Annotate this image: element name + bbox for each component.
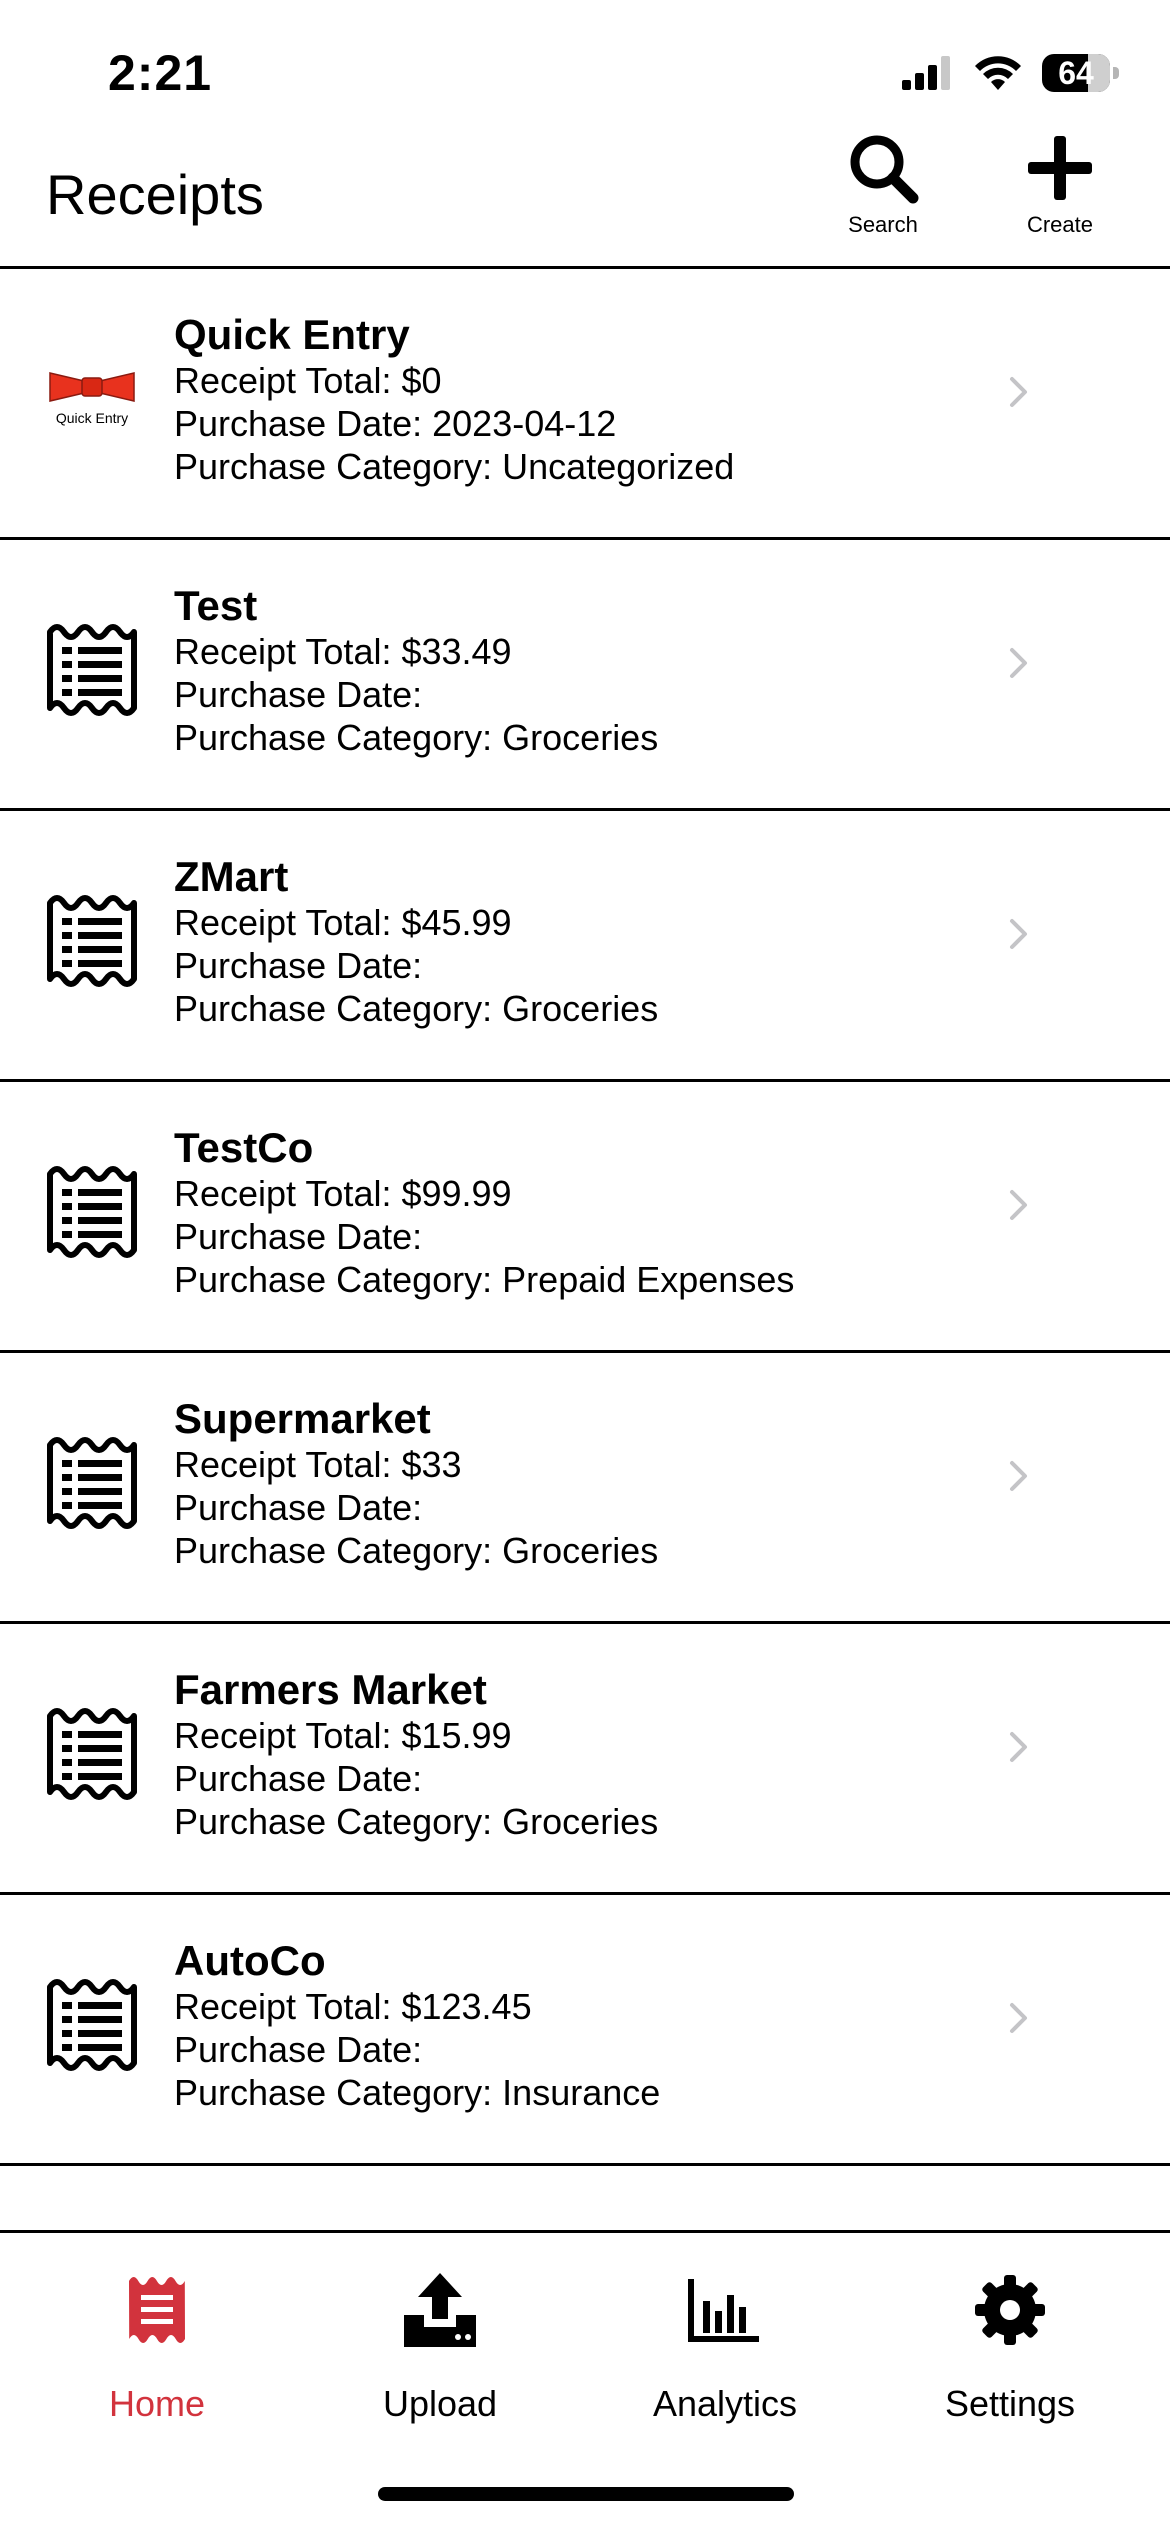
battery-icon: 64: [1042, 54, 1119, 92]
tab-home[interactable]: Home: [27, 2273, 287, 2425]
gear-icon: [975, 2275, 1045, 2345]
tab-settings-label: Settings: [944, 2383, 1076, 2424]
receipt-icon: [47, 1979, 137, 2071]
receipt-total: Receipt Total: $0: [174, 360, 442, 401]
receipt-date: Purchase Date: 2023-04-12: [174, 403, 617, 444]
chevron-right-icon: [1010, 648, 1027, 678]
home-indicator[interactable]: [378, 2487, 794, 2501]
page-title: Receipts: [46, 163, 264, 226]
battery-level: 64: [1058, 54, 1094, 91]
search-icon: [850, 135, 919, 204]
receipt-title: Farmers Market: [174, 1666, 487, 1713]
receipt-total: Receipt Total: $45.99: [174, 902, 512, 943]
create-button[interactable]: Create: [990, 130, 1130, 238]
receipt-row[interactable]: ZMart Receipt Total: $45.99 Purchase Dat…: [0, 811, 1170, 1082]
status-time: 2:21: [108, 45, 213, 101]
receipt-icon: [47, 895, 137, 987]
quick-entry-logo: Quick Entry: [46, 369, 138, 429]
upload-icon: [404, 2273, 476, 2347]
wifi-icon: [975, 56, 1021, 90]
receipt-row[interactable]: Farmers Market Receipt Total: $15.99 Pur…: [0, 1624, 1170, 1895]
receipt-total: Receipt Total: $33.49: [174, 631, 512, 672]
receipt-title: Test: [174, 582, 258, 629]
receipt-total: Receipt Total: $15.99: [174, 1715, 512, 1756]
receipt-date: Purchase Date:: [174, 674, 423, 715]
tab-settings[interactable]: Settings: [880, 2273, 1140, 2425]
tab-upload-label: Upload: [382, 2383, 498, 2424]
plus-icon: [1028, 136, 1092, 200]
tab-analytics[interactable]: Analytics: [595, 2273, 855, 2425]
tab-home-label: Home: [108, 2383, 206, 2424]
receipt-row[interactable]: TestCo Receipt Total: $99.99 Purchase Da…: [0, 1082, 1170, 1353]
receipt-category: Purchase Category: Insurance: [174, 2072, 661, 2113]
chevron-right-icon: [1010, 919, 1027, 949]
search-label: Search: [848, 212, 918, 237]
receipt-title: TestCo: [174, 1124, 314, 1171]
receipt-category: Purchase Category: Prepaid Expenses: [174, 1259, 795, 1300]
receipt-category: Purchase Category: Uncategorized: [174, 446, 735, 487]
tab-analytics-label: Analytics: [652, 2383, 798, 2424]
receipt-total: Receipt Total: $33: [174, 1444, 462, 1485]
receipt-date: Purchase Date:: [174, 2029, 423, 2070]
receipt-title: ZMart: [174, 853, 289, 900]
receipt-row[interactable]: Supermarket Receipt Total: $33 Purchase …: [0, 1353, 1170, 1624]
receipt-icon: [47, 1166, 137, 1258]
chevron-right-icon: [1010, 1732, 1027, 1762]
receipt-category: Purchase Category: Groceries: [174, 717, 659, 758]
receipt-date: Purchase Date:: [174, 1487, 423, 1528]
receipt-icon: [47, 1708, 137, 1800]
receipt-icon: [47, 624, 137, 716]
chevron-right-icon: [1010, 377, 1027, 407]
receipt-title: Quick Entry: [174, 311, 410, 358]
receipt-row-quick-entry[interactable]: Quick Entry Quick Entry Receipt Total: $…: [0, 269, 1170, 540]
chevron-right-icon: [1010, 1190, 1027, 1220]
chevron-right-icon: [1010, 1461, 1027, 1491]
bar-chart-icon: [688, 2279, 759, 2342]
create-label: Create: [1026, 212, 1094, 237]
header: Receipts Search Create: [0, 120, 1170, 269]
receipt-category: Purchase Category: Groceries: [174, 988, 659, 1029]
receipt-title: Supermarket: [174, 1395, 431, 1442]
chevron-right-icon: [1010, 2003, 1027, 2033]
search-button[interactable]: Search: [813, 130, 953, 238]
receipt-category: Purchase Category: Groceries: [174, 1801, 659, 1842]
receipt-row[interactable]: Test Receipt Total: $33.49 Purchase Date…: [0, 540, 1170, 811]
cellular-signal-icon: [902, 56, 950, 90]
status-icons: 64: [902, 54, 1119, 92]
receipt-total: Receipt Total: $99.99: [174, 1173, 512, 1214]
quick-entry-logo-text: Quick Entry: [55, 410, 129, 426]
receipt-title: AutoCo: [174, 1937, 326, 1984]
receipt-date: Purchase Date:: [174, 945, 423, 986]
receipt-category: Purchase Category: Groceries: [174, 1530, 659, 1571]
tab-upload[interactable]: Upload: [310, 2273, 570, 2425]
receipt-icon: [47, 1437, 137, 1529]
receipt-total: Receipt Total: $123.45: [174, 1986, 532, 2027]
receipt-date: Purchase Date:: [174, 1216, 423, 1257]
receipt-list: Quick Entry Quick Entry Receipt Total: $…: [0, 269, 1170, 2166]
receipt-icon: [129, 2277, 185, 2343]
receipt-date: Purchase Date:: [174, 1758, 423, 1799]
status-bar: 2:21 64: [0, 0, 1170, 140]
receipt-row[interactable]: AutoCo Receipt Total: $123.45 Purchase D…: [0, 1895, 1170, 2166]
